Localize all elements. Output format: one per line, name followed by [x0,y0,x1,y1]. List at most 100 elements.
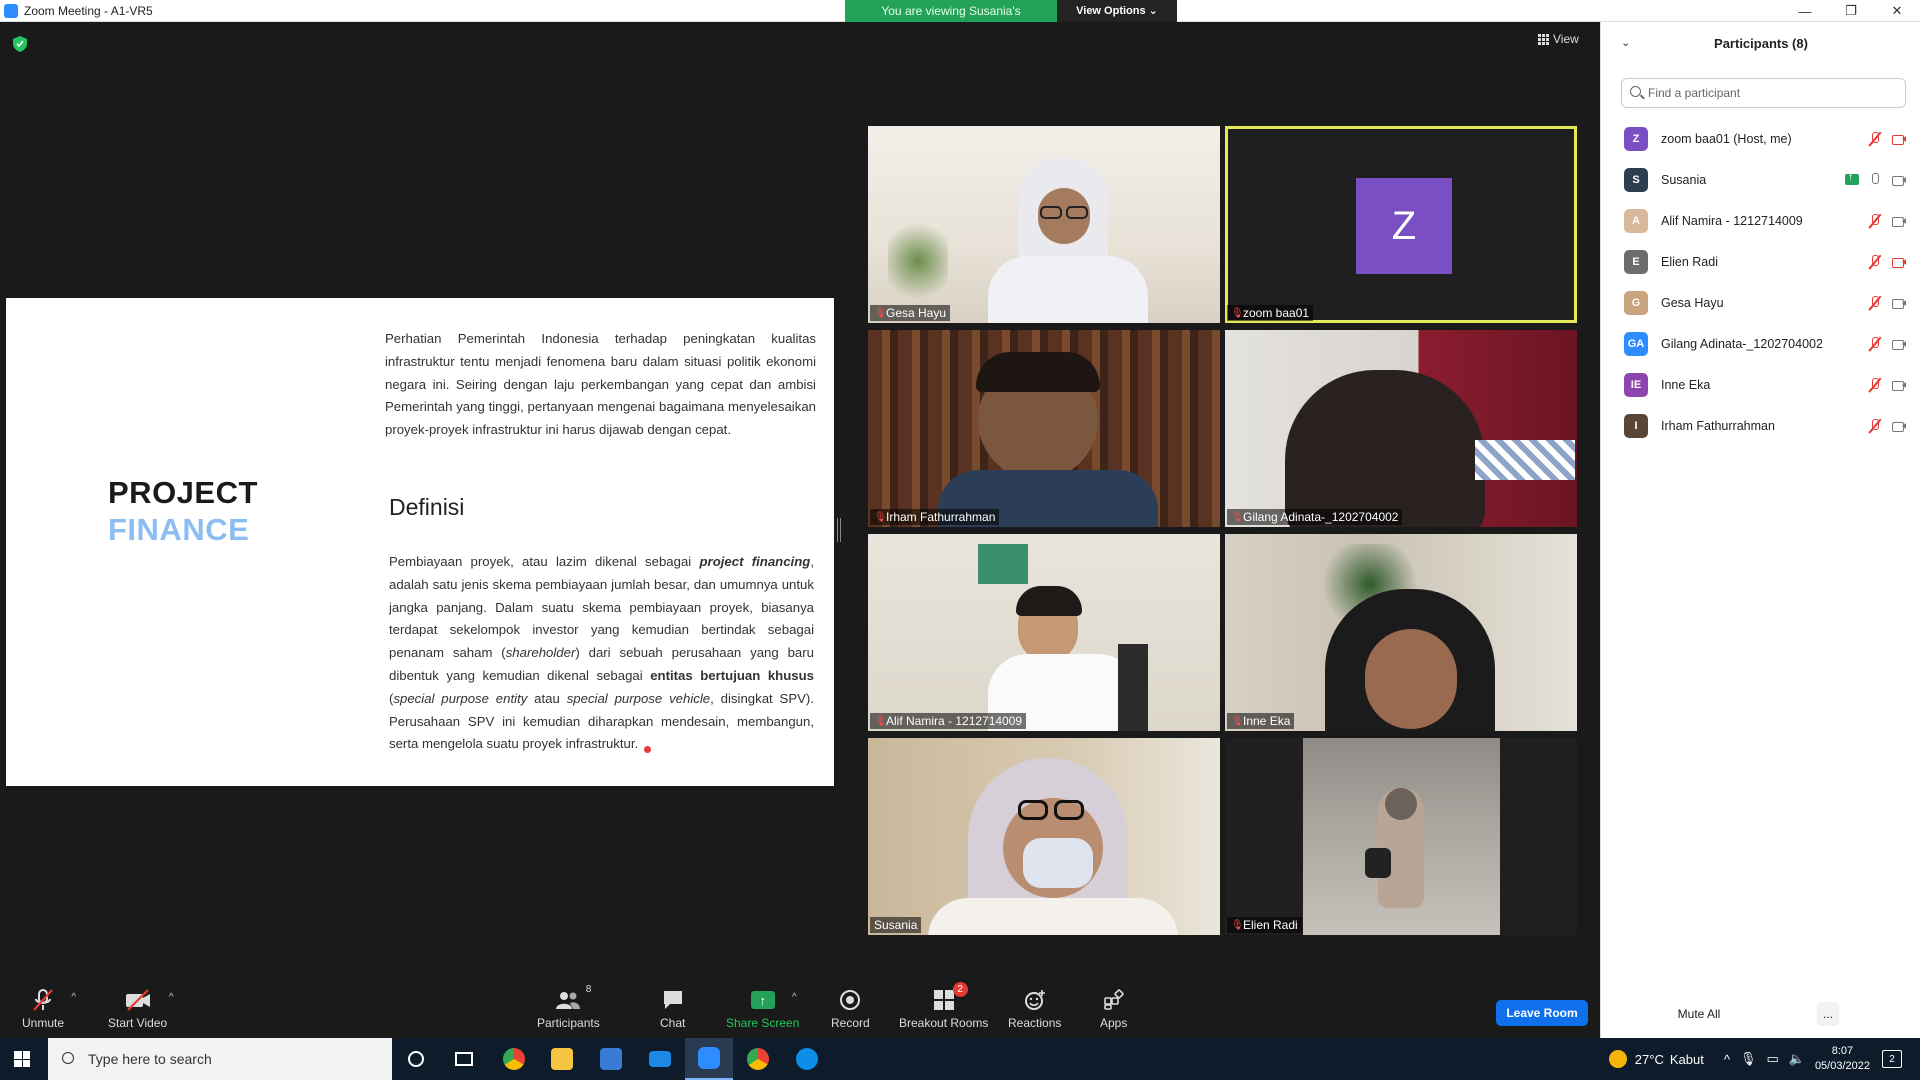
minimize-button[interactable]: — [1782,0,1828,22]
video-icon[interactable] [1891,296,1907,310]
video-icon[interactable] [1891,378,1907,392]
weather-label: Kabut [1669,1051,1704,1067]
cortana-icon[interactable] [392,1038,440,1080]
participant-name: Susania [1661,172,1707,187]
mic-muted-icon[interactable] [1867,213,1883,228]
view-options-button[interactable]: View Options ⌄ [1057,0,1177,22]
participant-search-placeholder: Find a participant [1648,86,1741,100]
mic-muted-icon[interactable] [1867,295,1883,310]
chat-button[interactable]: Chat [660,988,685,1030]
share-screen-button[interactable]: ↑ ^ Share Screen [726,988,799,1030]
mic-muted-icon[interactable] [1867,336,1883,351]
participant-name: Gilang Adinata-_1202704002 [1661,336,1823,351]
chevron-up-icon[interactable]: ^ [1724,1052,1730,1067]
tile-name-label: Susania [870,917,922,933]
breakout-badge: 2 [952,982,968,997]
task-view-icon[interactable] [440,1038,488,1080]
screen-share-icon [1845,171,1859,185]
mic-muted-icon[interactable] [1867,254,1883,269]
participant-row[interactable]: G Gesa Hayu [1601,282,1920,323]
mic-muted-icon: 🎙 [1231,307,1244,319]
participant-row[interactable]: GA Gilang Adinata-_1202704002 [1601,323,1920,364]
video-tile[interactable]: 🎙 Inne Eka [1225,534,1577,731]
chevron-up-icon[interactable]: ^ [792,992,797,1003]
view-button[interactable]: View [1538,32,1579,46]
video-tile[interactable]: 🎙 Irham Fathurrahman [868,330,1220,527]
chrome-profile-icon[interactable] [734,1038,782,1080]
microphone-tray-icon[interactable]: 🎙 [1740,1051,1757,1067]
participant-row[interactable]: A Alif Namira - 1212714009 [1601,200,1920,241]
share-screen-label: Share Screen [726,1016,800,1030]
windows-start-icon[interactable] [14,1051,30,1067]
taskbar-clock[interactable]: 8:07 05/03/2022 [1815,1044,1870,1074]
chrome-icon[interactable] [490,1038,538,1080]
tile-name-label: 🎙 Elien Radi [1227,917,1302,933]
participant-name: Alif Namira - 1212714009 [1661,213,1803,228]
mic-muted-icon[interactable] [1867,377,1883,392]
video-icon[interactable] [1891,337,1907,351]
taskbar-search-placeholder: Type here to search [88,1051,212,1067]
taskbar-search-input[interactable]: Type here to search [48,1038,392,1080]
leave-room-button[interactable]: Leave Room [1496,1000,1588,1026]
network-icon[interactable]: ▭ [1766,1051,1778,1067]
reactions-button[interactable]: Reactions [1008,988,1061,1030]
participants-count: 8 [585,984,592,995]
participant-row[interactable]: E Elien Radi [1601,241,1920,282]
mic-muted-icon[interactable] [1867,418,1883,433]
chevron-up-icon[interactable]: ^ [169,992,174,1003]
microsoft-store-icon[interactable] [587,1038,635,1080]
file-explorer-icon[interactable] [538,1038,586,1080]
apps-icon [1103,989,1124,1010]
mic-icon[interactable] [1867,172,1883,187]
more-options-button[interactable]: ... [1817,1002,1839,1026]
teamviewer-icon[interactable] [783,1038,831,1080]
video-off-icon[interactable] [1891,132,1907,146]
window-title: Zoom Meeting - A1-VR5 [24,3,153,18]
apps-button[interactable]: Apps [1100,988,1127,1030]
video-tile[interactable]: 🎙 Elien Radi [1225,738,1577,935]
participant-name: zoom baa01 (Host, me) [1661,131,1792,146]
meeting-toolbar: ^ Unmute ^ Start Video 8 Participants Ch… [0,980,1600,1038]
mic-muted-icon: 🎙 [1231,919,1244,931]
security-shield-icon[interactable] [13,36,27,52]
shared-screen-slide: PROJECT FINANCE Perhatian Pemerintah Ind… [6,298,834,786]
close-button[interactable]: ✕ [1874,0,1920,22]
restore-button[interactable]: ❐ [1828,0,1874,22]
video-tile[interactable]: 🎙 Gilang Adinata-_1202704002 [1225,330,1577,527]
zoom-taskbar-icon[interactable] [685,1038,733,1080]
avatar: IE [1624,372,1648,397]
video-off-icon [125,989,150,1011]
chevron-up-icon[interactable]: ^ [71,992,76,1003]
mic-muted-icon[interactable] [1867,131,1883,146]
split-view-handle[interactable] [837,518,841,542]
participant-row[interactable]: S Susania [1601,159,1920,200]
video-tile[interactable]: 🎙 Alif Namira - 1212714009 [868,534,1220,731]
mail-icon[interactable] [636,1038,684,1080]
zoom-app-icon [4,3,18,18]
clock-time: 8:07 [1831,1045,1854,1057]
video-tile[interactable]: Susania [868,738,1220,935]
video-tile-active-speaker[interactable]: Z 🎙 zoom baa01 [1225,126,1577,323]
reactions-icon [1024,990,1045,1010]
windows-taskbar: Type here to search 27°C Kabut ^ 🎙 ▭ 🔈 8… [0,1038,1920,1080]
record-button[interactable]: Record [831,988,870,1030]
volume-icon[interactable]: 🔈 [1789,1051,1805,1067]
breakout-rooms-button[interactable]: 2 Breakout Rooms [899,982,988,1030]
video-icon[interactable] [1891,173,1907,187]
temperature: 27°C [1634,1051,1664,1067]
participants-button[interactable]: 8 Participants [537,984,600,1030]
participant-row[interactable]: I Irham Fathurrahman [1601,405,1920,446]
avatar: A [1624,208,1648,233]
participant-row[interactable]: IE Inne Eka [1601,364,1920,405]
notification-center-icon[interactable]: 2 [1882,1050,1902,1068]
video-icon[interactable] [1891,214,1907,228]
start-video-button[interactable]: ^ Start Video [108,988,174,1030]
video-tile[interactable]: 🎙 Gesa Hayu [868,126,1220,323]
participant-name: Gesa Hayu [1661,295,1724,310]
mute-all-button[interactable]: Mute All [1665,1002,1733,1026]
video-off-icon[interactable] [1891,255,1907,269]
participant-row[interactable]: Z zoom baa01 (Host, me) [1601,118,1920,159]
participant-search-input[interactable]: Find a participant [1621,78,1906,108]
video-icon[interactable] [1891,419,1907,433]
unmute-button[interactable]: ^ Unmute [22,988,76,1030]
